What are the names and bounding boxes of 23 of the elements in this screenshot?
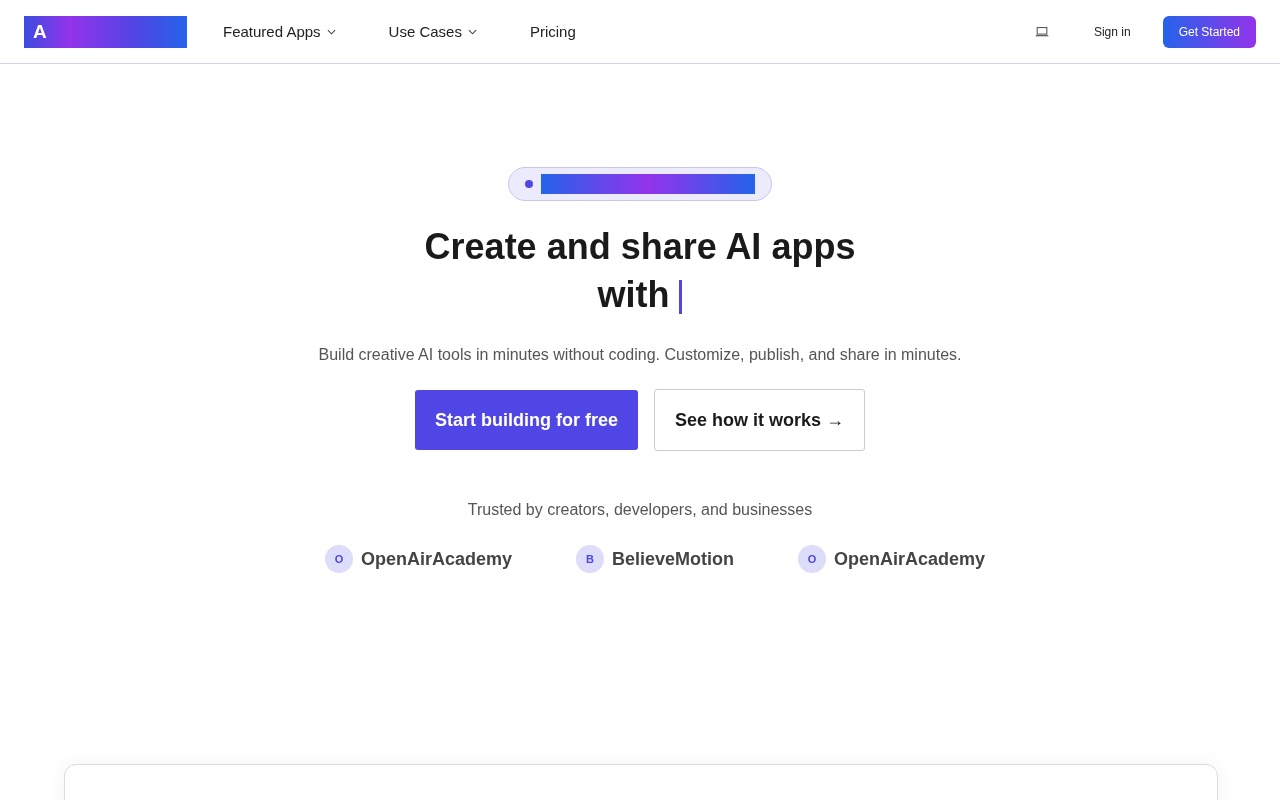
get-started-button[interactable]: Get Started xyxy=(1162,15,1256,48)
laptop-icon[interactable] xyxy=(1034,26,1049,37)
sign-in-link[interactable]: Sign in xyxy=(1093,24,1131,39)
heading: with xyxy=(597,273,670,317)
company-initial-badge: O xyxy=(798,545,826,573)
trusted-text: Trusted by creators, developers, and businesses xyxy=(467,501,813,519)
company-name: BelieveMotion xyxy=(612,548,734,570)
heading: Create and share AI apps xyxy=(424,226,856,267)
nav-link[interactable]: Use Cases xyxy=(388,23,477,40)
company-name: OpenAirAcademy xyxy=(360,548,512,570)
dot-icon xyxy=(525,180,533,188)
company-initial-badge: O xyxy=(324,545,353,573)
start-building-button[interactable]: Start building for free xyxy=(414,390,638,450)
chevron-down-icon xyxy=(467,28,477,35)
text-cursor xyxy=(679,280,683,314)
nav-link[interactable]: Pricing xyxy=(529,23,576,40)
nav-link[interactable]: Featured Apps xyxy=(223,23,336,40)
logo[interactable]: A xyxy=(24,15,187,48)
chevron-down-icon xyxy=(326,28,336,35)
see-how-it-works-button[interactable]: See how it works → xyxy=(654,389,866,451)
company-initial-badge: B xyxy=(576,545,604,573)
subtitle: Build creative AI tools in minutes without coding. Customize, publish, and share in minutes. xyxy=(318,346,962,364)
company-name: OpenAirAcademy xyxy=(834,548,986,570)
